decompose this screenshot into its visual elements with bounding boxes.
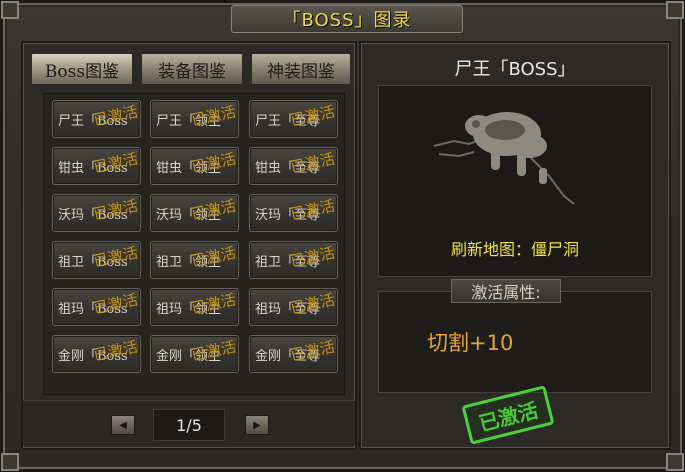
boss-cell-zuwei-lord[interactable]: 祖卫「领主 已激活 [150,241,239,279]
right-arrow-icon: ▶ [253,419,261,431]
boss-cell-woma-boss[interactable]: 沃玛「Boss 已激活 [52,194,141,232]
refresh-map-label: 刷新地图：僵尸洞 [450,240,579,259]
activated-stamp-icon: 已激活 [189,102,238,130]
boss-preview: 刷新地图：僵尸洞 [378,85,652,277]
boss-model-image [433,112,575,205]
pagination-bar: ◀ 1/5 ▶ [23,400,355,445]
boss-cell-woma-supreme[interactable]: 沃玛「至尊 已激活 [249,194,338,232]
boss-cell-qianchong-boss[interactable]: 钳虫「Boss 已激活 [52,147,141,185]
boss-cell-zuma-boss[interactable]: 祖玛「Boss 已激活 [52,288,141,326]
frame-corner [666,1,684,19]
activated-stamp-icon: 已激活 [91,243,140,271]
window-title-plate: 「BOSS」图录 [231,5,463,33]
attribute-box [378,291,652,393]
boss-cell-jingang-boss[interactable]: 金刚「Boss 已激活 [52,335,141,373]
boss-catalog-window: 「BOSS」图录 Boss图鉴 装备图鉴 神装图鉴 尸王「Boss 已激活 尸王「… [0,0,685,472]
tab-label: 神装图鉴 [267,61,335,82]
boss-cell-shiwang-boss[interactable]: 尸王「Boss 已激活 [52,100,141,138]
boss-cell-qianchong-supreme[interactable]: 钳虫「至尊 已激活 [249,147,338,185]
tab-label: Boss图鉴 [44,61,120,82]
activated-stamp-icon: 已激活 [288,337,337,365]
boss-name: 尸王「BOSS」 [454,59,576,80]
activated-stamp-icon: 已激活 [288,290,337,318]
activated-stamp-icon: 已激活 [189,337,238,365]
boss-cell-qianchong-lord[interactable]: 钳虫「领主 已激活 [150,147,239,185]
tab-divine-gear-catalog[interactable]: 神装图鉴 [251,53,351,85]
activated-stamp-icon: 已激活 [91,102,140,130]
activation-attribute-header: 激活属性: [451,279,561,303]
activation-attribute-value: 切割+10 [427,331,514,355]
boss-cell-zuwei-supreme[interactable]: 祖卫「至尊 已激活 [249,241,338,279]
boss-cell-shiwang-supreme[interactable]: 尸王「至尊 已激活 [249,100,338,138]
boss-grid: 尸王「Boss 已激活 尸王「领主 已激活 尸王「至尊 已激活 钳虫「Boss 已激活 … [43,93,345,395]
tab-equipment-catalog[interactable]: 装备图鉴 [141,53,243,85]
activated-stamp-icon: 已激活 [288,243,337,271]
tab-boss-catalog[interactable]: Boss图鉴 [31,53,133,85]
activated-stamp-icon: 已激活 [288,149,337,177]
frame-corner [1,1,19,19]
activated-stamp-icon: 已激活 [91,337,140,365]
activated-stamp-icon: 已激活 [91,196,140,224]
activated-stamp-icon: 已激活 [91,290,140,318]
window-title: 「BOSS」图录 [282,10,412,31]
activated-status-stamp: 已激活 [461,385,555,445]
frame-corner [1,453,19,471]
next-page-button[interactable]: ▶ [245,415,269,435]
catalog-list-panel: Boss图鉴 装备图鉴 神装图鉴 尸王「Boss 已激活 尸王「领主 已激活 尸王「… [21,41,357,450]
boss-cell-jingang-lord[interactable]: 金刚「领主 已激活 [150,335,239,373]
left-arrow-icon: ◀ [119,419,127,431]
boss-detail-panel: 尸王「BOSS」 刷新地图：僵尸洞 激活属性: 切割+10 已激活 [359,41,671,450]
frame-corner [666,453,684,471]
boss-cell-jingang-supreme[interactable]: 金刚「至尊 已激活 [249,335,338,373]
activated-stamp-icon: 已激活 [288,196,337,224]
boss-cell-shiwang-lord[interactable]: 尸王「领主 已激活 [150,100,239,138]
activated-stamp-icon: 已激活 [189,243,238,271]
boss-cell-woma-lord[interactable]: 沃玛「领主 已激活 [150,194,239,232]
activated-stamp-icon: 已激活 [189,196,238,224]
boss-cell-zuwei-boss[interactable]: 祖卫「Boss 已激活 [52,241,141,279]
activated-stamp-icon: 已激活 [189,149,238,177]
prev-page-button[interactable]: ◀ [111,415,135,435]
boss-cell-zuma-lord[interactable]: 祖玛「领主 已激活 [150,288,239,326]
boss-cell-zuma-supreme[interactable]: 祖玛「至尊 已激活 [249,288,338,326]
tab-label: 装备图鉴 [158,61,226,82]
activated-stamp-icon: 已激活 [189,290,238,318]
page-indicator: 1/5 [153,409,225,441]
activated-stamp-icon: 已激活 [91,149,140,177]
activated-stamp-icon: 已激活 [288,102,337,130]
